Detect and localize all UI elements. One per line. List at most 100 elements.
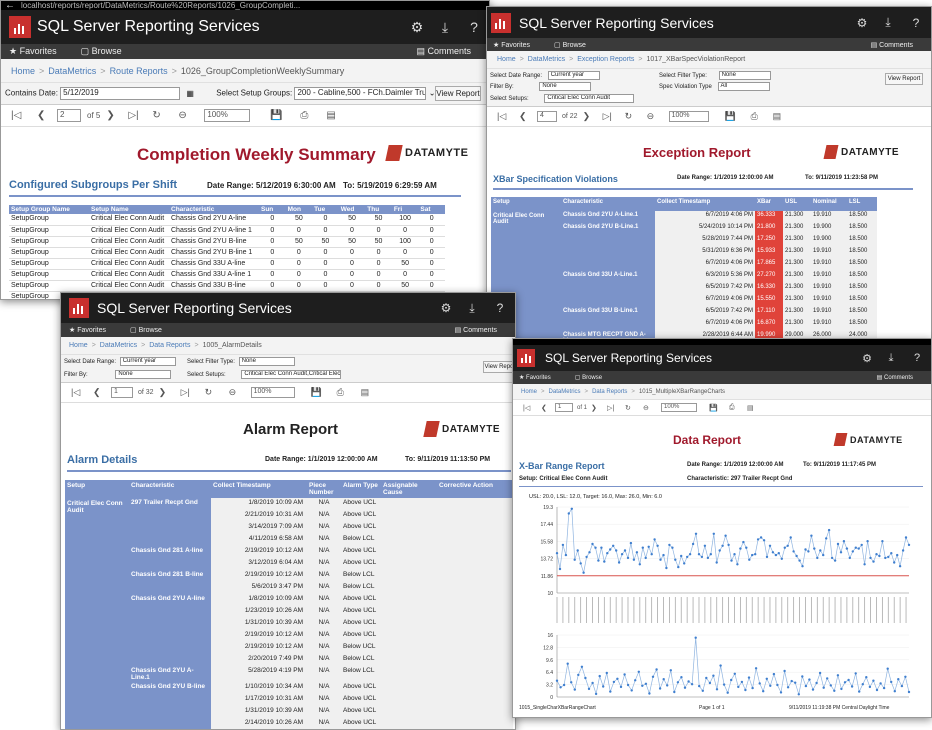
filter-by-select[interactable]: None xyxy=(115,370,172,379)
crumb-datametrics[interactable]: DataMetrics xyxy=(549,389,581,395)
first-page-icon[interactable]: |◁ xyxy=(71,387,93,398)
zoom-select[interactable]: 100% xyxy=(661,403,698,412)
timestamp-cell: 6/7/2019 4:06 PM xyxy=(655,295,755,307)
crumb-datametrics[interactable]: DataMetrics xyxy=(100,342,137,349)
document-map-icon[interactable]: ▤ xyxy=(326,110,352,121)
export-icon[interactable]: 💾 xyxy=(709,404,729,412)
next-page-icon[interactable]: ❯ xyxy=(591,404,607,412)
zoom-select[interactable]: 100% xyxy=(204,109,251,122)
help-icon[interactable]: ? xyxy=(901,16,931,30)
calendar-icon[interactable]: ▦ xyxy=(186,89,194,98)
setup-groups-select[interactable]: 200 - Cabline,500 - FCh.Daimler Tru xyxy=(294,87,427,100)
settings-gear-icon[interactable]: ⚙ xyxy=(433,301,459,315)
view-report-button[interactable]: View Repo xyxy=(483,361,515,373)
settings-gear-icon[interactable]: ⚙ xyxy=(849,16,875,30)
zoom-select[interactable]: 100% xyxy=(250,387,295,398)
crumb-home[interactable]: Home xyxy=(11,66,35,76)
favorites-link[interactable]: ★ Favorites xyxy=(9,46,69,57)
first-page-icon[interactable]: |◁ xyxy=(497,111,519,122)
setups-select[interactable]: Critical Elec Conn Audit,Critical Elec xyxy=(241,370,342,379)
date-range-select[interactable]: Current year xyxy=(119,357,176,366)
refresh-icon[interactable]: ↻ xyxy=(625,111,647,122)
browse-link[interactable]: ▢ Browse xyxy=(81,46,134,57)
comments-link[interactable]: ▤ Comments xyxy=(877,374,925,381)
crumb-home[interactable]: Home xyxy=(521,389,537,395)
page-number-input[interactable]: 2 xyxy=(57,109,81,122)
last-page-icon[interactable]: ▷| xyxy=(128,110,152,121)
crumb-route-reports[interactable]: Route Reports xyxy=(110,66,168,76)
first-page-icon[interactable]: |◁ xyxy=(523,404,541,412)
filter-type-select[interactable]: None xyxy=(238,357,295,366)
back-to-parent-icon[interactable]: ⊖ xyxy=(178,110,204,121)
page-number-input[interactable]: 1 xyxy=(555,403,573,412)
favorites-link[interactable]: ★ Favorites xyxy=(519,374,563,381)
last-page-icon[interactable]: ▷| xyxy=(603,111,625,122)
prev-page-icon[interactable]: ❮ xyxy=(93,387,111,398)
page-number-input[interactable]: 4 xyxy=(537,111,557,122)
help-icon[interactable]: ? xyxy=(459,19,489,35)
export-icon[interactable]: 💾 xyxy=(270,110,300,121)
print-icon[interactable]: ⎙ xyxy=(751,111,773,122)
browser-address-bar[interactable]: ← localhost/reports/report/DataMetrics/R… xyxy=(1,1,489,10)
back-arrow-icon[interactable]: ← xyxy=(5,1,15,10)
refresh-icon[interactable]: ↻ xyxy=(205,387,229,398)
settings-gear-icon[interactable]: ⚙ xyxy=(403,19,431,36)
first-page-icon[interactable]: |◁ xyxy=(11,110,37,121)
download-icon[interactable]: ⤓ xyxy=(879,352,903,365)
browse-link[interactable]: ▢ Browse xyxy=(575,374,614,381)
crumb-datametrics[interactable]: DataMetrics xyxy=(528,56,565,63)
crumb-data-reports[interactable]: Data Reports xyxy=(149,342,190,349)
print-icon[interactable]: ⎙ xyxy=(337,387,361,398)
spec-type-select[interactable]: All xyxy=(717,82,770,91)
crumb-home[interactable]: Home xyxy=(497,56,516,63)
next-page-icon[interactable]: ❯ xyxy=(159,387,181,398)
filter-by-select[interactable]: None xyxy=(539,82,592,91)
setups-select[interactable]: Critical Elec Conn Audit xyxy=(544,94,635,103)
document-map-icon[interactable]: ▤ xyxy=(773,111,795,122)
browse-link[interactable]: ▢ Browse xyxy=(554,41,598,49)
export-icon[interactable]: 💾 xyxy=(311,387,337,398)
refresh-icon[interactable]: ↻ xyxy=(152,110,178,121)
help-icon[interactable]: ? xyxy=(485,301,515,315)
browser-url[interactable]: localhost/reports/report/DataMetrics/Rou… xyxy=(21,1,300,10)
prev-page-icon[interactable]: ❮ xyxy=(541,404,555,412)
filter-type-select[interactable]: None xyxy=(718,71,771,80)
print-icon[interactable]: ⎙ xyxy=(729,404,747,412)
next-page-icon[interactable]: ❯ xyxy=(106,110,128,121)
contains-date-input[interactable]: 5/12/2019 xyxy=(60,87,181,100)
back-to-parent-icon[interactable]: ⊖ xyxy=(643,404,661,412)
last-page-icon[interactable]: ▷| xyxy=(607,404,625,412)
document-map-icon[interactable]: ▤ xyxy=(747,404,765,412)
view-report-button[interactable]: View Report xyxy=(885,73,923,85)
crumb-exception-reports[interactable]: Exception Reports xyxy=(577,56,634,63)
comments-link[interactable]: ▤ Comments xyxy=(455,326,509,334)
zoom-select[interactable]: 100% xyxy=(668,111,709,122)
comments-link[interactable]: ▤ Comments xyxy=(416,46,483,57)
download-icon[interactable]: ⤓ xyxy=(431,19,459,36)
prev-page-icon[interactable]: ❮ xyxy=(37,110,57,121)
back-to-parent-icon[interactable]: ⊖ xyxy=(647,111,669,122)
settings-gear-icon[interactable]: ⚙ xyxy=(855,352,879,365)
export-icon[interactable]: 💾 xyxy=(725,111,751,122)
print-icon[interactable]: ⎙ xyxy=(300,110,326,121)
refresh-icon[interactable]: ↻ xyxy=(625,404,643,412)
comments-link[interactable]: ▤ Comments xyxy=(871,41,925,49)
favorites-link[interactable]: ★ Favorites xyxy=(493,41,542,49)
next-page-icon[interactable]: ❯ xyxy=(583,111,603,122)
view-report-button[interactable]: View Report xyxy=(435,86,481,101)
help-icon[interactable]: ? xyxy=(903,352,931,364)
characteristic-cell xyxy=(129,510,211,522)
back-to-parent-icon[interactable]: ⊖ xyxy=(229,387,251,398)
prev-page-icon[interactable]: ❮ xyxy=(519,111,537,122)
download-icon[interactable]: ⤓ xyxy=(875,15,901,30)
last-page-icon[interactable]: ▷| xyxy=(181,387,205,398)
download-icon[interactable]: ⤓ xyxy=(459,301,485,316)
date-range-select[interactable]: Current year xyxy=(547,71,600,80)
crumb-datametrics[interactable]: DataMetrics xyxy=(48,66,96,76)
crumb-data-reports[interactable]: Data Reports xyxy=(592,389,627,395)
browse-link[interactable]: ▢ Browse xyxy=(130,326,174,334)
page-number-input[interactable]: 1 xyxy=(111,387,133,398)
crumb-home[interactable]: Home xyxy=(69,342,88,349)
favorites-link[interactable]: ★ Favorites xyxy=(69,326,118,334)
document-map-icon[interactable]: ▤ xyxy=(361,387,383,398)
